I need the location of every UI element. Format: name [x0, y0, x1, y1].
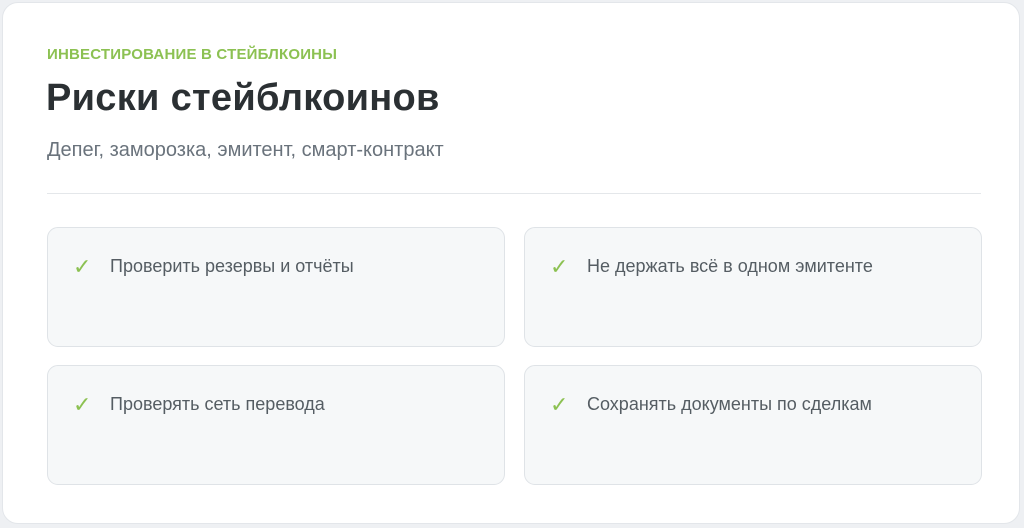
- check-icon: ✓: [73, 392, 92, 417]
- checklist-item: ✓ Не держать всё в одном эмитенте: [524, 227, 982, 347]
- page-title: Риски стейблкоинов: [46, 77, 440, 119]
- check-icon: ✓: [550, 254, 569, 279]
- checklist-item-label: Сохранять документы по сделкам: [587, 394, 872, 414]
- check-icon: ✓: [73, 254, 92, 279]
- checklist-item-label: Проверять сеть перевода: [110, 394, 325, 414]
- category-label: ИНВЕСТИРОВАНИЕ В СТЕЙБЛКОИНЫ: [47, 46, 338, 63]
- risk-card: ИНВЕСТИРОВАНИЕ В СТЕЙБЛКОИНЫ Риски стейб…: [2, 2, 1020, 524]
- checklist-item: ✓ Проверять сеть перевода: [47, 365, 505, 485]
- divider: [47, 193, 981, 194]
- page-subtitle: Депег, заморозка, эмитент, смарт-контрак…: [47, 139, 444, 161]
- checklist-item-label: Не держать всё в одном эмитенте: [587, 256, 873, 276]
- checklist-grid: ✓ Проверить резервы и отчёты ✓ Не держат…: [47, 227, 982, 485]
- check-icon: ✓: [550, 392, 569, 417]
- checklist-item: ✓ Сохранять документы по сделкам: [524, 365, 982, 485]
- checklist-item-label: Проверить резервы и отчёты: [110, 256, 354, 276]
- checklist-item: ✓ Проверить резервы и отчёты: [47, 227, 505, 347]
